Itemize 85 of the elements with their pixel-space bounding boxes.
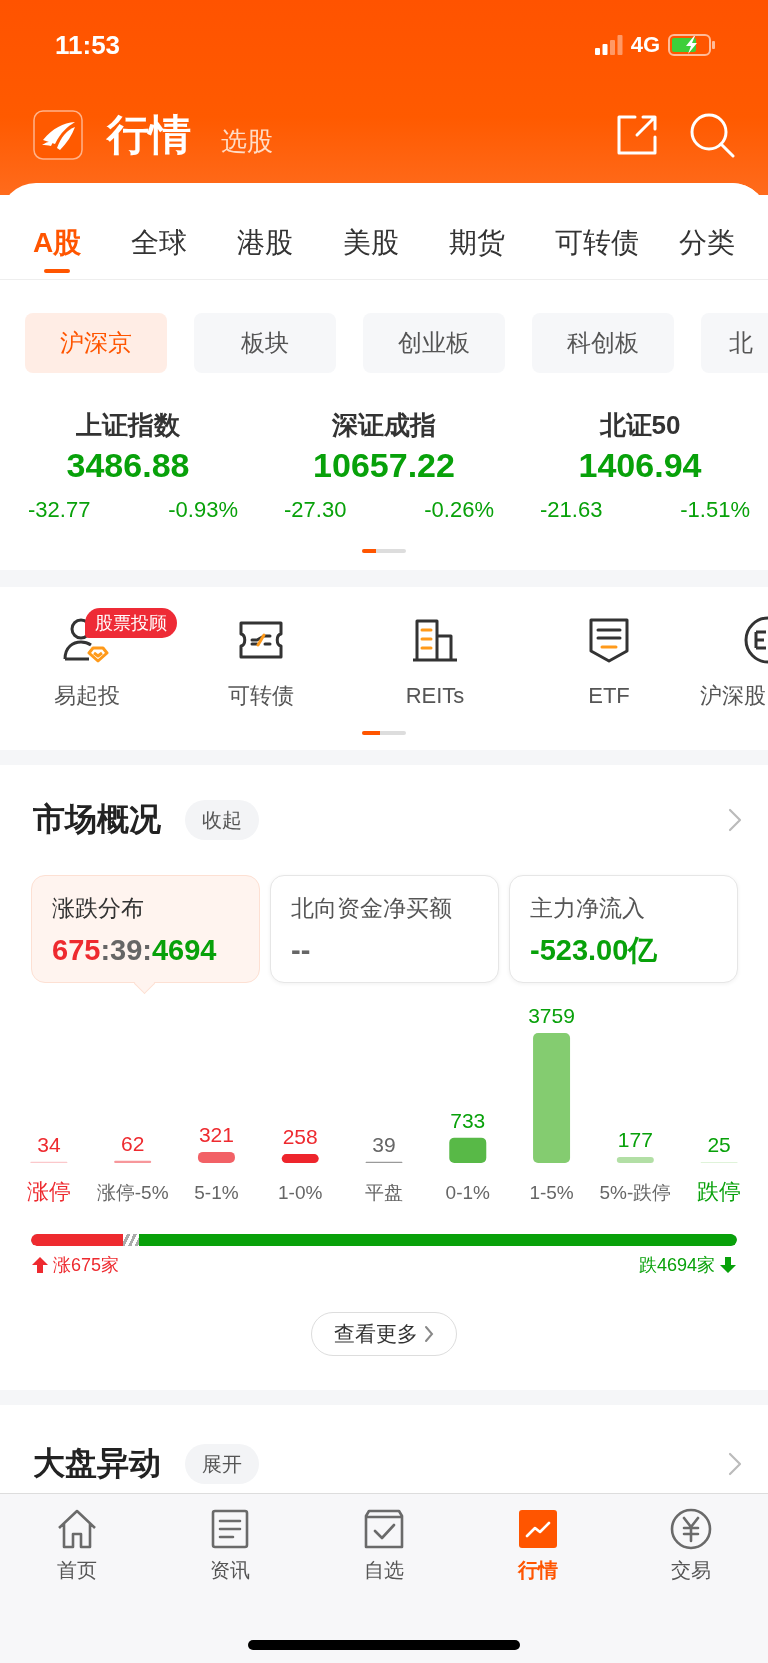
chevron-right-icon[interactable]	[728, 808, 742, 832]
up-arrow-icon	[31, 1256, 49, 1274]
index-percent: -1.51%	[680, 496, 750, 524]
card-value: -523.00亿	[530, 933, 659, 968]
page-indicator	[362, 731, 406, 735]
index-name[interactable]: 北证50	[599, 407, 681, 443]
card-label: 主力净流入	[530, 894, 646, 923]
bar-value: 321	[198, 1122, 234, 1146]
overview-card[interactable]: 主力净流入 -523.00亿	[509, 875, 738, 983]
toggle-button[interactable]: 收起	[185, 800, 259, 840]
bar-label: 5-1%	[194, 1182, 239, 1203]
chevron-right-icon	[424, 1325, 434, 1343]
region-chip[interactable]: 创业板	[363, 313, 505, 373]
shortcut-label[interactable]: 易起投	[54, 681, 120, 711]
page-title: 行情	[107, 110, 191, 160]
app-logo-icon	[33, 110, 83, 160]
section-title: 市场概况	[33, 800, 161, 839]
status-time: 11:53	[55, 29, 121, 61]
market-tab[interactable]: 全球	[131, 183, 188, 279]
battery-charging-icon	[668, 34, 716, 56]
share-icon[interactable]	[615, 113, 659, 157]
shortcut-label[interactable]: REITs	[405, 681, 465, 711]
bar-label: 0-1%	[445, 1182, 490, 1203]
nav-tab[interactable]: 首页	[0, 1508, 154, 1584]
bar-value: 62	[121, 1131, 145, 1155]
market-tab[interactable]: 可转债	[555, 183, 640, 279]
building-icon	[411, 618, 459, 662]
index-percent: -0.93%	[168, 496, 238, 524]
market-tab[interactable]: 美股	[343, 183, 400, 279]
bar-label: 1-5%	[529, 1182, 574, 1203]
network-label: 4G	[630, 32, 660, 58]
shortcut-label[interactable]: 可转债	[228, 681, 294, 711]
bar-label: 5%-跌停	[599, 1182, 672, 1203]
toggle-button[interactable]: 展开	[185, 1444, 259, 1484]
ticket-icon	[238, 620, 284, 660]
bar-value: 3759	[528, 1004, 575, 1027]
signal-icon	[594, 35, 623, 55]
bar-value: 34	[37, 1132, 61, 1156]
shortcut-label[interactable]: ETF	[588, 681, 630, 711]
card-label: 涨跌分布	[52, 894, 145, 923]
section-title: 大盘异动	[33, 1444, 161, 1483]
down-arrow-icon	[719, 1256, 737, 1274]
fall-count: 跌4694家	[638, 1254, 715, 1277]
yen-icon	[670, 1508, 713, 1550]
region-chip[interactable]: 科创板	[532, 313, 674, 373]
overview-card[interactable]: 北向资金净买额 --	[270, 875, 499, 983]
bar-value: 733	[450, 1108, 486, 1132]
page-indicator	[362, 549, 406, 553]
bar-label: 1-0%	[278, 1182, 323, 1203]
region-chip[interactable]: 板块	[194, 313, 336, 373]
index-percent: -0.26%	[424, 496, 494, 524]
circle-icon	[744, 616, 768, 664]
nav-tab[interactable]: 自选	[307, 1508, 461, 1584]
shortcut-label[interactable]: 沪深股	[700, 681, 766, 711]
nav-tab[interactable]: 交易	[614, 1508, 768, 1584]
bar-value: 258	[282, 1125, 318, 1149]
region-chip[interactable]: 北	[701, 313, 768, 373]
index-name[interactable]: 深证成指	[332, 407, 436, 443]
bar-label: 涨停	[26, 1179, 71, 1204]
checkbox-icon	[363, 1508, 405, 1550]
index-change: -21.63	[540, 496, 603, 524]
badge: 股票投顾	[85, 608, 177, 638]
card-label: 北向资金净买额	[291, 894, 453, 923]
bar-label: 涨停-5%	[96, 1182, 169, 1203]
search-icon[interactable]	[689, 112, 735, 158]
card-value: 675:39:4694	[52, 933, 218, 968]
bar-label: 跌停	[697, 1179, 742, 1204]
market-tab[interactable]: 期货	[449, 183, 506, 279]
chart-icon	[516, 1508, 559, 1550]
index-change: -32.77	[28, 496, 91, 524]
index-value: 10657.22	[313, 445, 455, 486]
index-name[interactable]: 上证指数	[76, 407, 180, 443]
bar-value: 39	[372, 1132, 396, 1156]
nav-tab[interactable]: 资讯	[153, 1508, 308, 1584]
bar-value: 25	[707, 1133, 731, 1157]
rise-count: 涨675家	[53, 1254, 120, 1277]
card-value: --	[291, 933, 312, 968]
bar-label: 平盘	[365, 1182, 403, 1203]
chevron-right-icon[interactable]	[728, 1452, 742, 1476]
index-value: 1406.94	[578, 445, 702, 486]
market-tab[interactable]: 港股	[237, 183, 294, 279]
index-value: 3486.88	[66, 445, 190, 486]
index-change: -27.30	[284, 496, 347, 524]
shield-icon	[588, 617, 630, 663]
bar-value: 177	[617, 1127, 653, 1151]
